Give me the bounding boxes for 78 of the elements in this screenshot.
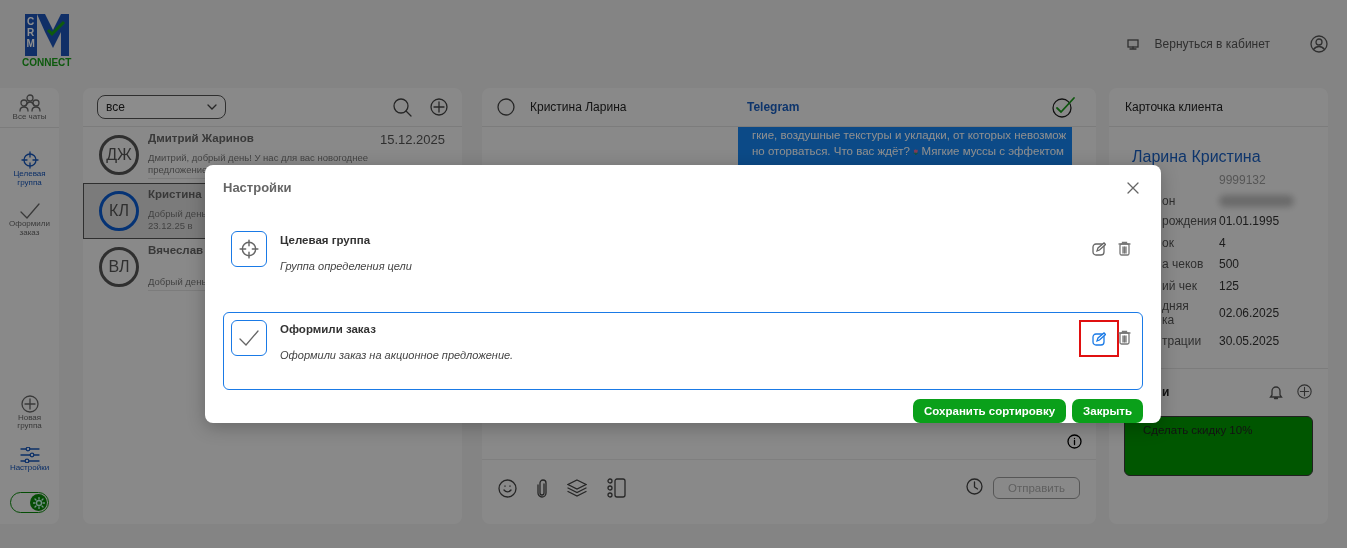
smiley-icon	[498, 478, 517, 498]
close-icon	[1127, 181, 1139, 194]
trash-icon	[1118, 330, 1131, 346]
target-icon	[20, 151, 39, 170]
field-value: 02.06.2025	[1219, 305, 1281, 321]
contact-name: Кристина	[148, 187, 202, 200]
rail-item[interactable]: Оформили заказ	[0, 203, 59, 237]
field-label: ок	[1162, 235, 1175, 250]
chevron-down-icon	[207, 104, 217, 110]
chat-contact-name: Кристина Ларина	[530, 100, 628, 114]
field-label: дняя ка	[1162, 299, 1190, 327]
rail-item[interactable]: Настройки	[0, 446, 59, 472]
clock-icon	[965, 477, 983, 495]
sun-icon	[32, 496, 45, 509]
logo-wordmark: CONNECT	[22, 57, 72, 68]
avatar: ВЛ	[99, 247, 139, 287]
field-label: он	[1162, 193, 1177, 208]
logo-letters: CRM	[24, 14, 37, 56]
checkmark-icon	[19, 203, 40, 220]
dialog-button[interactable]: Закрыть	[1072, 399, 1143, 423]
group-description: Группа определения цели	[280, 259, 413, 272]
dialog-title: Настройки	[223, 180, 292, 196]
back-link[interactable]: Вернуться в кабинет	[1154, 37, 1270, 51]
search-icon	[393, 97, 412, 117]
info-icon	[1067, 433, 1082, 449]
user-icon	[1310, 35, 1328, 53]
settings-icon	[19, 446, 40, 463]
message-preview: Добрый день	[148, 275, 208, 288]
field-label: ий чек	[1162, 278, 1198, 293]
trash-icon	[1118, 240, 1131, 256]
edit-button[interactable]	[1079, 320, 1119, 358]
check-circle-icon	[1052, 96, 1076, 118]
field-label: рождения	[1162, 214, 1218, 228]
task-note[interactable]: Сделать скидку 10%	[1124, 415, 1313, 476]
message-preview: предложение	[148, 163, 209, 176]
message-text: но оторваться. Что вас ждёт?	[752, 144, 910, 159]
list-panel-icon	[607, 478, 626, 498]
layers-icon	[567, 479, 587, 497]
field-value: 500	[1219, 256, 1241, 272]
rail-item[interactable]: Целевая группа	[0, 151, 59, 188]
field-label: а чеков	[1162, 257, 1205, 271]
people-icon	[18, 94, 41, 112]
field-value: 125	[1219, 277, 1241, 294]
section-title: и	[1162, 384, 1170, 399]
add-icon	[1297, 384, 1312, 399]
group-row[interactable]: Оформили заказ Оформили заказ на акционное предложение.	[223, 312, 1143, 390]
group-title: Целевая группа	[280, 233, 372, 246]
target-icon	[239, 238, 259, 259]
bell-icon	[1269, 383, 1283, 400]
client-name: Ларина Кристина	[1131, 147, 1262, 167]
monitor-icon	[1126, 38, 1139, 50]
avatar: ДЖ	[99, 135, 139, 175]
rail-item[interactable]: Все чаты	[0, 94, 59, 122]
field-value: 01.01.1995	[1219, 213, 1281, 229]
message-text: гкие, воздушные текстуры и укладки, от которых невозмож	[752, 128, 1067, 143]
group-row[interactable]: Целевая группа Группа определения цели	[223, 222, 1143, 301]
plus-circle-icon	[20, 394, 39, 413]
filter-dropdown[interactable]: все	[97, 95, 226, 119]
card-title: Карточка клиента	[1109, 88, 1328, 127]
field-value: 30.05.2025	[1219, 332, 1281, 349]
radio-circle-icon	[497, 98, 515, 116]
message-date: 15.12.2025	[379, 131, 445, 147]
contact-name: Вячеслав	[148, 243, 204, 256]
message-text: Мягкие муссы с эффектом	[921, 144, 1064, 159]
paperclip-icon	[537, 478, 547, 498]
field-label: трации	[1162, 333, 1203, 348]
edit-icon	[1092, 242, 1106, 257]
contact-name: Дмитрий Жаринов	[148, 131, 254, 146]
avatar: КЛ	[99, 191, 139, 231]
rail-item[interactable]: Новая группа	[0, 394, 59, 431]
field-value: 4	[1219, 234, 1227, 251]
group-description: Оформили заказ на акционное предложение.	[280, 349, 515, 362]
edit-icon	[1092, 331, 1106, 346]
channel-label: Telegram	[747, 100, 800, 114]
add-icon	[430, 98, 448, 116]
dialog-button[interactable]: Сохранить сортировку	[913, 399, 1067, 423]
logo-mark-icon	[36, 14, 69, 56]
group-title: Оформили заказ	[280, 323, 377, 336]
